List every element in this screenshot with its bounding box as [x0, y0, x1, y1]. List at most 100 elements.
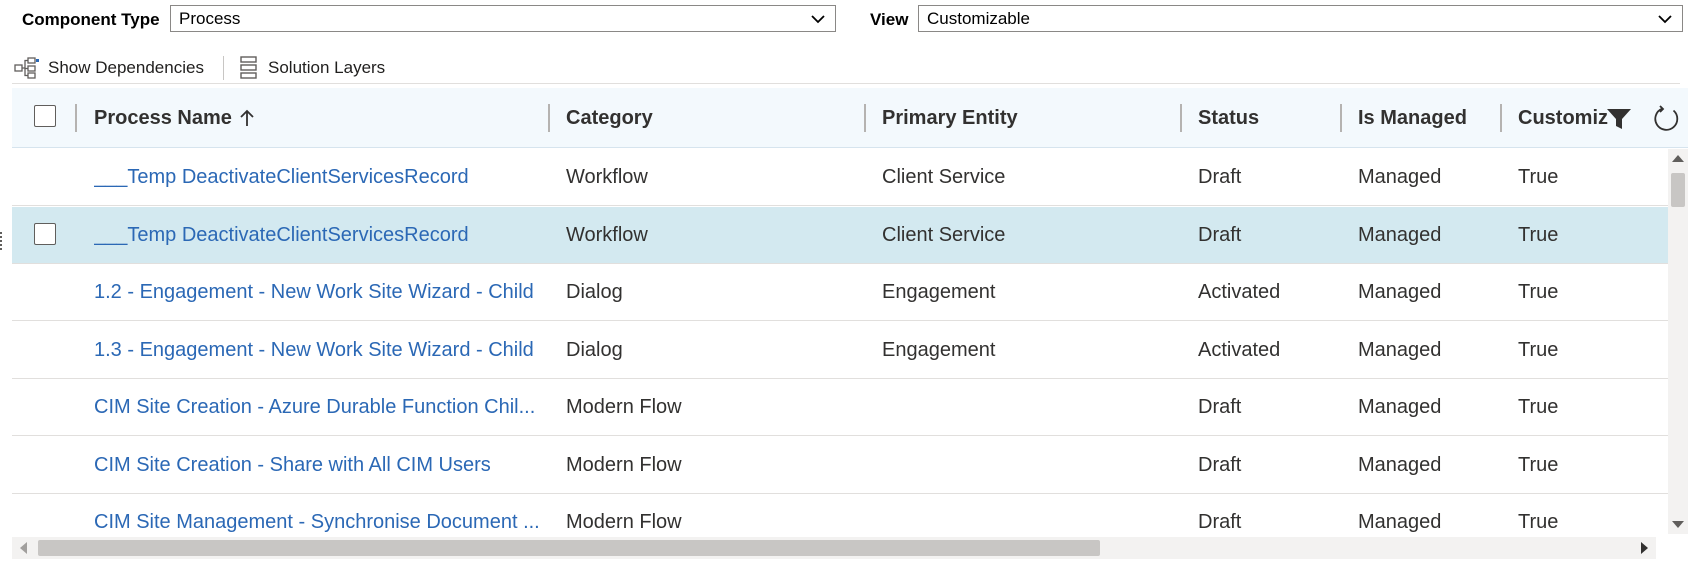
- cell-status: Draft: [1198, 223, 1242, 246]
- cell-category: Dialog: [566, 338, 623, 361]
- cell-category: Modern Flow: [566, 396, 682, 418]
- table-row[interactable]: CIM Site Management - Synchronise Docume…: [12, 494, 1668, 534]
- column-separator[interactable]: [548, 104, 550, 132]
- table-row[interactable]: 1.3 - Engagement - New Work Site Wizard …: [12, 321, 1668, 379]
- cell-status: Activated: [1198, 281, 1281, 303]
- dependencies-icon: [14, 57, 39, 79]
- refresh-button[interactable]: [1652, 104, 1682, 134]
- scroll-up-icon[interactable]: [1672, 155, 1684, 162]
- vertical-scroll-thumb[interactable]: [1671, 173, 1685, 207]
- top-divider: [12, 83, 1680, 84]
- column-header-label: Category: [566, 106, 653, 129]
- cell-primary-entity: Client Service: [882, 166, 1006, 188]
- filter-icon: [1607, 109, 1631, 129]
- solution-layers-icon: [240, 56, 257, 79]
- column-header-is-managed[interactable]: Is Managed: [1358, 88, 1498, 148]
- cell-is-managed: Managed: [1358, 223, 1442, 246]
- solution-layers-button[interactable]: Solution Layers: [238, 56, 385, 80]
- resize-grip[interactable]: [0, 232, 3, 250]
- cell-process-name[interactable]: CIM Site Creation - Share with All CIM U…: [94, 437, 544, 494]
- table-row[interactable]: ___Temp DeactivateClientServicesRecord Wo…: [12, 149, 1668, 206]
- view-value: Customizable: [927, 9, 1030, 28]
- cell-primary-entity: Client Service: [882, 223, 1006, 246]
- cell-customizable: True: [1518, 281, 1559, 303]
- column-header-category[interactable]: Category: [566, 88, 866, 148]
- component-type-select[interactable]: Process: [170, 5, 836, 32]
- cell-customizable: True: [1518, 511, 1559, 533]
- cell-process-name[interactable]: ___Temp DeactivateClientServicesRecord: [94, 149, 544, 206]
- view-select[interactable]: Customizable: [918, 5, 1683, 32]
- cell-is-managed: Managed: [1358, 281, 1442, 303]
- table-row[interactable]: CIM Site Creation - Share with All CIM U…: [12, 436, 1668, 494]
- cell-primary-entity: Engagement: [882, 338, 996, 361]
- row-checkbox[interactable]: [34, 222, 56, 245]
- scroll-left-icon[interactable]: [20, 542, 27, 554]
- view-label: View: [870, 10, 909, 29]
- cell-is-managed: Managed: [1358, 396, 1442, 418]
- cell-customizable: True: [1518, 166, 1559, 188]
- cell-category: Modern Flow: [566, 511, 682, 533]
- component-type-label: Component Type: [22, 10, 160, 29]
- cell-status: Activated: [1198, 338, 1281, 361]
- filter-bar: Component Type Process View Customizable: [0, 0, 1688, 40]
- cell-customizable: True: [1518, 396, 1559, 418]
- column-separator[interactable]: [1180, 104, 1182, 132]
- table-row[interactable]: 1.2 - Engagement - New Work Site Wizard …: [12, 264, 1668, 321]
- horizontal-scrollbar[interactable]: [12, 537, 1656, 559]
- cell-customizable: True: [1518, 223, 1559, 246]
- cell-category: Dialog: [566, 281, 623, 303]
- cell-primary-entity: Engagement: [882, 281, 996, 303]
- cell-status: Draft: [1198, 396, 1242, 418]
- cell-primary-entity: [882, 437, 1172, 494]
- column-header-status[interactable]: Status: [1198, 88, 1338, 148]
- filter-button[interactable]: [1604, 104, 1634, 134]
- column-separator[interactable]: [1340, 104, 1342, 132]
- column-separator: [75, 104, 77, 132]
- column-header-process-name[interactable]: Process Name: [94, 88, 544, 148]
- cell-category: Workflow: [566, 166, 648, 188]
- cell-customizable: True: [1518, 338, 1559, 361]
- column-header-label: Status: [1198, 106, 1260, 129]
- process-grid: Process Name Category Primary Entity Sta…: [12, 88, 1688, 570]
- cell-status: Draft: [1198, 511, 1242, 533]
- cell-process-name[interactable]: ___Temp DeactivateClientServicesRecord: [94, 207, 544, 264]
- cell-category: Workflow: [566, 223, 648, 246]
- column-header-label: Customiz: [1518, 106, 1608, 129]
- cell-process-name[interactable]: CIM Site Creation - Azure Durable Functi…: [94, 379, 544, 436]
- scroll-down-icon[interactable]: [1672, 521, 1684, 528]
- cell-is-managed: Managed: [1358, 338, 1442, 361]
- scroll-right-icon[interactable]: [1641, 542, 1648, 554]
- component-type-value: Process: [179, 9, 241, 28]
- column-header-label: Primary Entity: [882, 106, 1018, 129]
- refresh-icon: [1654, 105, 1679, 131]
- vertical-scrollbar[interactable]: [1668, 149, 1688, 534]
- grid-header: Process Name Category Primary Entity Sta…: [12, 88, 1688, 148]
- chevron-down-icon: [811, 15, 825, 24]
- sort-ascending-icon: [240, 109, 254, 126]
- cell-primary-entity: [882, 494, 1172, 534]
- column-separator[interactable]: [1500, 104, 1502, 132]
- chevron-down-icon: [1658, 15, 1672, 24]
- column-separator[interactable]: [864, 104, 866, 132]
- column-header-primary-entity[interactable]: Primary Entity: [882, 88, 1182, 148]
- cell-is-managed: Managed: [1358, 511, 1442, 533]
- select-all-checkbox[interactable]: [34, 105, 56, 127]
- cell-process-name[interactable]: 1.3 - Engagement - New Work Site Wizard …: [94, 322, 544, 379]
- table-row[interactable]: ___Temp DeactivateClientServicesRecord Wo…: [12, 206, 1668, 264]
- command-divider: [223, 56, 224, 80]
- cell-is-managed: Managed: [1358, 453, 1442, 476]
- cell-primary-entity: [882, 379, 1172, 436]
- grid-rows: ___Temp DeactivateClientServicesRecord Wo…: [12, 149, 1668, 534]
- cell-customizable: True: [1518, 453, 1559, 476]
- horizontal-scroll-thumb[interactable]: [38, 540, 1100, 556]
- column-header-label: Is Managed: [1358, 106, 1467, 129]
- cell-status: Draft: [1198, 166, 1242, 188]
- column-header-customizable[interactable]: Customiz: [1518, 88, 1614, 148]
- cell-category: Modern Flow: [566, 453, 682, 476]
- show-dependencies-label: Show Dependencies: [48, 58, 204, 77]
- table-row[interactable]: CIM Site Creation - Azure Durable Functi…: [12, 379, 1668, 436]
- cell-is-managed: Managed: [1358, 166, 1442, 188]
- show-dependencies-button[interactable]: Show Dependencies: [14, 56, 204, 80]
- cell-process-name[interactable]: 1.2 - Engagement - New Work Site Wizard …: [94, 264, 544, 321]
- cell-process-name[interactable]: CIM Site Management - Synchronise Docume…: [94, 494, 544, 534]
